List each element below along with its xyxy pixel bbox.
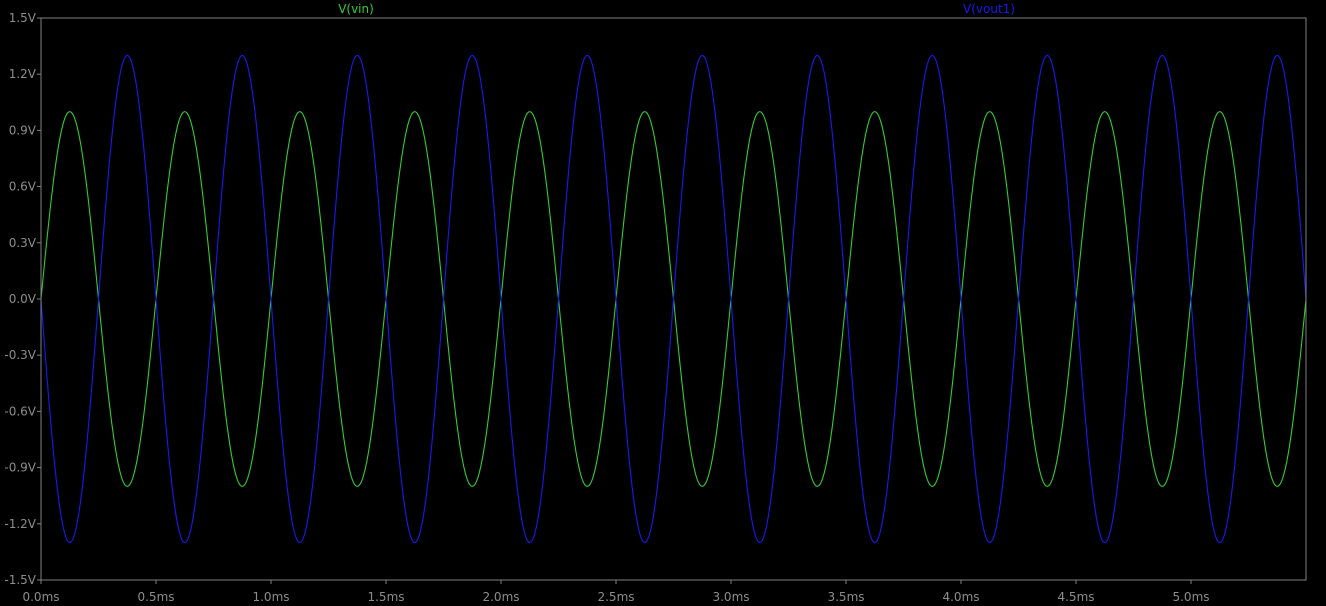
y-tick-label: 0.3V xyxy=(9,236,37,250)
x-tick-label: 3.0ms xyxy=(712,590,749,604)
x-tick-label: 2.0ms xyxy=(482,590,519,604)
x-tick-label: 1.0ms xyxy=(252,590,289,604)
legend-label-vout1[interactable]: V(vout1) xyxy=(963,2,1015,16)
y-tick-label: 0.9V xyxy=(9,123,37,137)
y-tick-label: 1.5V xyxy=(9,11,37,25)
x-tick-label: 3.5ms xyxy=(827,590,864,604)
y-tick-label: -0.3V xyxy=(4,348,36,362)
y-tick-label: 0.0V xyxy=(9,292,37,306)
x-tick-label: 0.5ms xyxy=(137,590,174,604)
x-tick-label: 2.5ms xyxy=(597,590,634,604)
legend-label-vin[interactable]: V(vin) xyxy=(338,2,374,16)
x-tick-label: 1.5ms xyxy=(367,590,404,604)
y-tick-label: -1.5V xyxy=(4,573,36,587)
y-tick-label: 1.2V xyxy=(9,67,37,81)
waveform-plot[interactable]: 1.5V 1.2V 0.9V 0.6V 0.3V 0.0V -0.3V -0.6V -0.9V -… xyxy=(0,0,1326,606)
y-tick-label: -1.2V xyxy=(4,517,36,531)
x-tick-label: 0.0ms xyxy=(22,590,59,604)
x-tick-label: 4.0ms xyxy=(942,590,979,604)
x-tick-label: 5.0ms xyxy=(1172,590,1209,604)
y-tick-label: -0.6V xyxy=(4,404,36,418)
plot-background xyxy=(0,0,1326,606)
x-tick-label: 4.5ms xyxy=(1057,590,1094,604)
y-tick-label: -0.9V xyxy=(4,461,36,475)
y-tick-label: 0.6V xyxy=(9,180,37,194)
